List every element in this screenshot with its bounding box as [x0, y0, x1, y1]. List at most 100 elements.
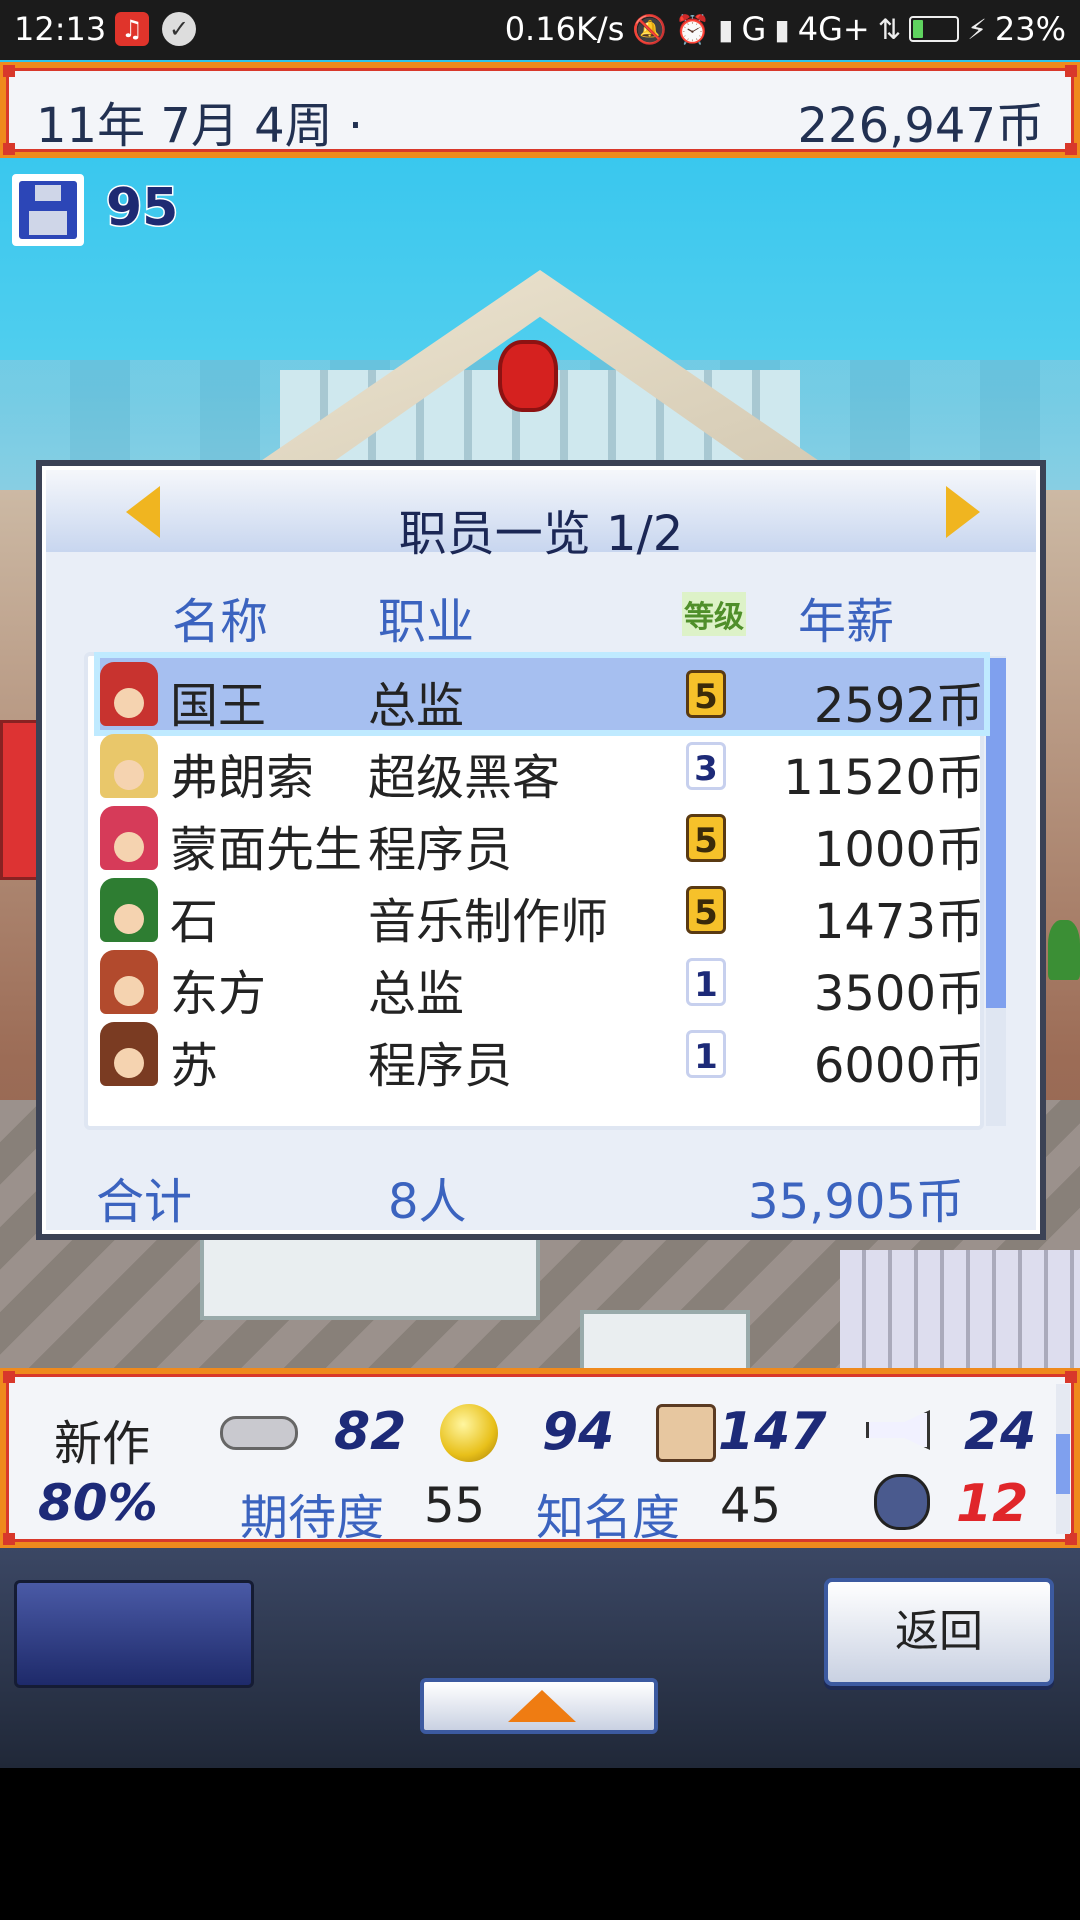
- network-type: 4G+: [797, 10, 870, 48]
- staff-job: 总监: [368, 678, 465, 734]
- dialog-header: 职员一览 1/2: [46, 470, 1036, 562]
- staff-row[interactable]: 国王 总监 5 2592币: [100, 658, 984, 734]
- plant-icon: [1048, 920, 1080, 980]
- office-desk: [200, 1230, 540, 1320]
- arrow-up-icon: [508, 1690, 576, 1722]
- battery-icon: [909, 16, 960, 42]
- total-label: 合计: [96, 1174, 193, 1230]
- staff-name: 国王: [170, 678, 267, 734]
- staff-level-badge: 1: [686, 958, 726, 1006]
- mute-icon: 🔕: [632, 12, 668, 46]
- staff-level-badge: 5: [686, 886, 726, 934]
- lightbulb-icon: [440, 1404, 498, 1462]
- staff-job: 总监: [368, 966, 465, 1022]
- staff-salary: 1000币: [813, 822, 984, 878]
- staff-row[interactable]: 苏 程序员 1 6000币: [100, 1018, 984, 1094]
- scrollbar-thumb[interactable]: [986, 658, 1006, 1008]
- back-button[interactable]: 返回: [824, 1578, 1054, 1686]
- signal-type: G: [741, 10, 767, 48]
- staff-job: 超级黑客: [368, 750, 561, 806]
- development-progress: 80%: [38, 1474, 158, 1532]
- staff-level-badge: 1: [686, 1030, 726, 1078]
- staff-salary: 3500币: [813, 966, 984, 1022]
- bug-count: 12: [956, 1474, 1029, 1534]
- staff-avatar: [100, 806, 158, 870]
- frame-corner: [3, 1533, 15, 1545]
- save-count: 95: [104, 177, 179, 240]
- staff-avatar: [100, 1022, 158, 1086]
- staff-avatar: [100, 734, 158, 798]
- charging-icon: ⚡: [967, 12, 987, 46]
- frame-corner: [1065, 143, 1077, 155]
- fame-label: 知名度: [536, 1490, 681, 1546]
- trumpet-icon: [866, 1410, 930, 1450]
- new-game-label: 新作: [54, 1416, 151, 1472]
- graphics-value: 147: [718, 1402, 827, 1462]
- staff-name: 弗朗索: [170, 750, 315, 806]
- staff-row[interactable]: 弗朗索 超级黑客 3 11520币: [100, 730, 984, 806]
- money-amount: 226,947币: [797, 98, 1045, 154]
- staff-row[interactable]: 东方 总监 1 3500币: [100, 946, 984, 1022]
- staff-row[interactable]: 蒙面先生 程序员 5 1000币: [100, 802, 984, 878]
- column-header-job: 职业: [378, 594, 475, 650]
- sound-value: 24: [964, 1402, 1037, 1462]
- staff-avatar: [100, 662, 158, 726]
- game-date: 11年 7月 4周 ·: [36, 98, 364, 154]
- staff-level-badge: 5: [686, 670, 726, 718]
- column-header-salary: 年薪: [798, 594, 895, 650]
- fun-value: 82: [334, 1402, 407, 1462]
- floppy-disk-icon[interactable]: [12, 174, 84, 246]
- staff-salary: 11520币: [783, 750, 984, 806]
- creativity-value: 94: [542, 1402, 615, 1462]
- clock: 12:13: [14, 10, 107, 48]
- game-stats-bar[interactable]: 新作 80% 82 94 147 24 期待度 55 知名度 45 12: [0, 1368, 1080, 1548]
- frame-corner: [1065, 1533, 1077, 1545]
- stats-scrollbar[interactable]: [1056, 1384, 1070, 1534]
- paintbrush-icon: [656, 1404, 716, 1462]
- staff-salary: 6000币: [813, 1038, 984, 1094]
- staff-name: 石: [170, 894, 219, 950]
- alarm-icon: ⏰: [675, 12, 711, 46]
- status-indicators: 0.16K/s 🔕 ⏰ ▮ G ▮ 4G+ ⇅ ⚡ 23%: [505, 10, 1066, 48]
- staff-name: 东方: [170, 966, 267, 1022]
- staff-job: 程序员: [368, 1038, 513, 1094]
- fame-value: 45: [720, 1478, 782, 1534]
- battery-percent: 23%: [994, 10, 1066, 48]
- arrow-right-icon[interactable]: [946, 486, 980, 538]
- expectation-label: 期待度: [240, 1490, 385, 1546]
- staff-avatar: [100, 950, 158, 1014]
- bug-monster-icon: [874, 1474, 930, 1530]
- staff-salary: 1473币: [813, 894, 984, 950]
- total-staff-count: 8人: [388, 1174, 467, 1230]
- staff-row[interactable]: 石 音乐制作师 5 1473币: [100, 874, 984, 950]
- signal-icon: ▮: [718, 12, 734, 46]
- staff-salary: 2592币: [813, 678, 984, 734]
- empty-slot-button[interactable]: [14, 1580, 254, 1688]
- staff-name: 蒙面先生: [170, 822, 363, 878]
- status-bar: 12:13 ♫ ✓ 0.16K/s 🔕 ⏰ ▮ G ▮ 4G+ ⇅ ⚡ 23%: [0, 0, 1080, 60]
- staff-level-badge: 3: [686, 742, 726, 790]
- netease-music-icon: ♫: [115, 12, 149, 46]
- net-speed: 0.16K/s: [504, 10, 625, 48]
- date-money-bar: 11年 7月 4周 · 226,947币: [0, 62, 1080, 158]
- expand-up-button[interactable]: [420, 1678, 658, 1734]
- staff-job: 程序员: [368, 822, 513, 878]
- staff-name: 苏: [170, 1038, 219, 1094]
- column-header-level: 等级: [682, 592, 746, 636]
- staff-job: 音乐制作师: [368, 894, 609, 950]
- control-panel: 返回: [0, 1548, 1080, 1768]
- gamepad-icon: [220, 1416, 298, 1450]
- red-lantern-icon: [498, 340, 558, 412]
- column-header-name: 名称: [172, 594, 269, 650]
- check-app-icon: ✓: [162, 12, 196, 46]
- staff-level-badge: 5: [686, 814, 726, 862]
- dialog-title: 职员一览 1/2: [398, 506, 684, 562]
- expectation-value: 55: [424, 1478, 486, 1534]
- signal-icon-2: ▮: [774, 12, 790, 46]
- frame-corner: [3, 65, 15, 77]
- frame-corner: [3, 1371, 15, 1383]
- frame-corner: [1065, 65, 1077, 77]
- total-salary: 35,905币: [748, 1174, 964, 1230]
- frame-corner: [1065, 1371, 1077, 1383]
- staff-list-dialog: 职员一览 1/2 名称 职业 等级 年薪 国王 总监 5 2592币 弗朗索 超…: [36, 460, 1046, 1240]
